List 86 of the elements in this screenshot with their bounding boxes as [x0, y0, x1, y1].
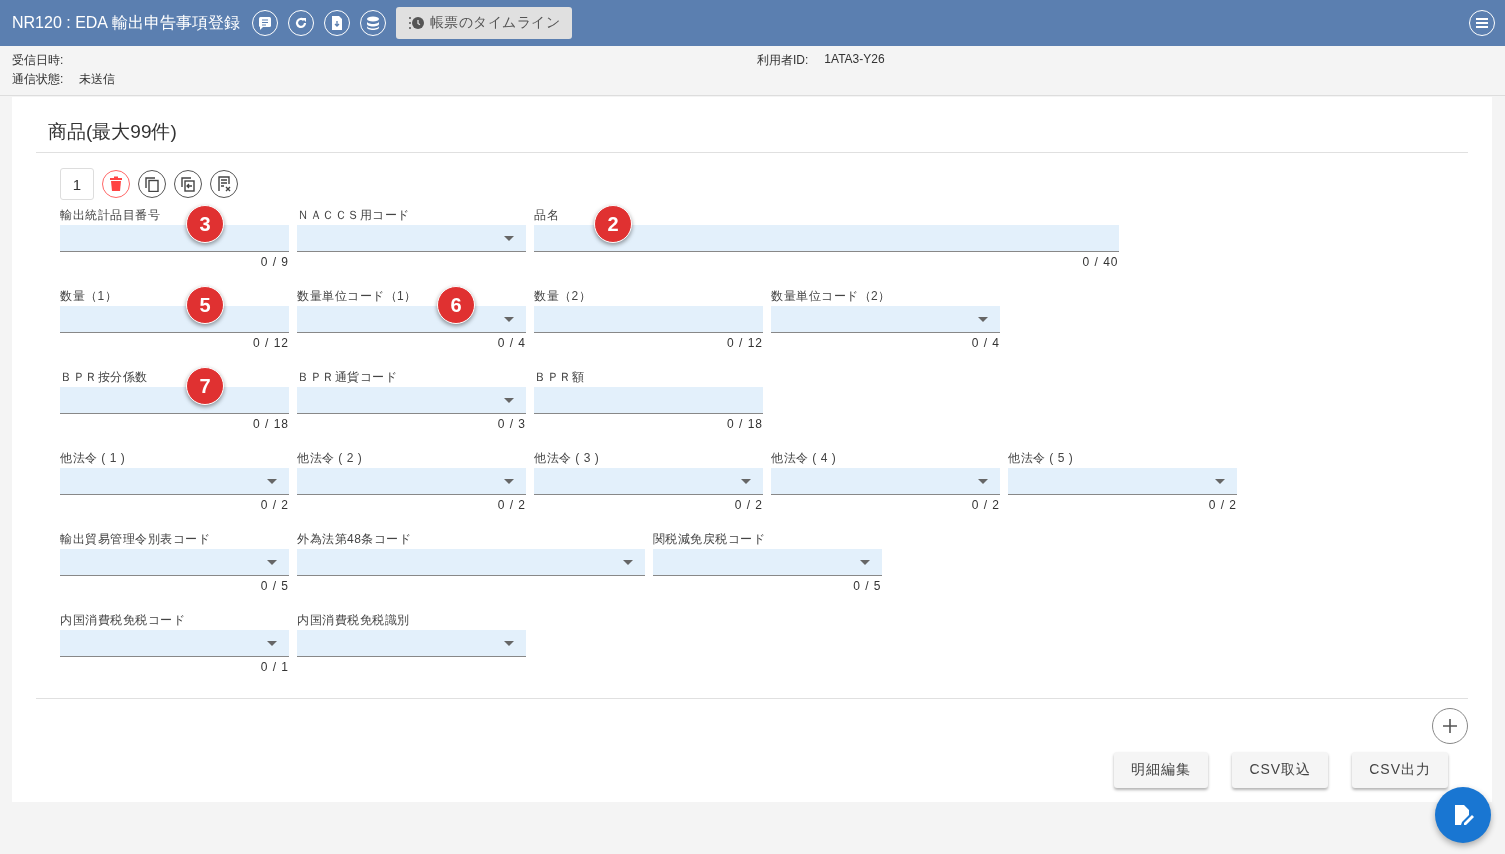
edit-document-icon[interactable]: [1435, 787, 1491, 843]
char-counter: 0 / 5: [260, 578, 289, 594]
dropdown-caret-icon: [1215, 479, 1225, 484]
field-label: 数量（2）: [534, 288, 592, 305]
field-label: 他法令 ( 5 ): [1008, 450, 1074, 467]
select-field[interactable]: [297, 549, 645, 576]
status-label: 通信状態:: [12, 71, 64, 88]
char-counter: 0 / 2: [1208, 497, 1237, 513]
select-field[interactable]: [297, 468, 526, 495]
field-label: 外為法第48条コード: [297, 531, 412, 548]
select-field[interactable]: [771, 306, 1000, 333]
field-label: 数量単位コード（2）: [771, 288, 891, 305]
field-label: 内国消費税免税識別: [297, 612, 410, 629]
field-label: 他法令 ( 3 ): [534, 450, 600, 467]
field-label: ＢＰＲ通貨コード: [297, 369, 397, 386]
select-field[interactable]: [297, 387, 526, 414]
action-button[interactable]: CSV出力: [1352, 752, 1448, 788]
char-counter: 0 / 12: [726, 335, 763, 351]
select-field[interactable]: [1008, 468, 1237, 495]
field-label: ＮＡＣＣＳ用コード: [297, 207, 410, 224]
add-icon[interactable]: [1432, 708, 1468, 744]
char-counter: 0 / 9: [260, 254, 289, 270]
select-field[interactable]: [60, 549, 289, 576]
page-title: NR120 : EDA 輸出申告事項登録: [12, 12, 240, 33]
field-label: 数量単位コード（1）: [297, 288, 417, 305]
field-label: 内国消費税免税コード: [60, 612, 185, 629]
select-field[interactable]: [297, 630, 526, 657]
select-field[interactable]: [652, 549, 882, 576]
timeline-clock-icon: [407, 16, 426, 30]
status-value: 未送信: [79, 71, 116, 88]
annotation-tooltip: 7: [186, 367, 224, 405]
dropdown-caret-icon: [267, 560, 277, 565]
annotation-tooltip: 2: [594, 205, 632, 243]
select-field[interactable]: [297, 225, 526, 252]
field-label: 他法令 ( 4 ): [771, 450, 837, 467]
annotation-tooltip: 5: [186, 286, 224, 324]
dropdown-caret-icon: [978, 317, 988, 322]
action-button[interactable]: CSV取込: [1232, 752, 1329, 788]
field-label: ＢＰＲ額: [534, 369, 584, 386]
char-counter: 0 / 2: [734, 497, 763, 513]
char-counter: 0 / 18: [726, 416, 763, 432]
char-counter: 0 / 4: [497, 335, 526, 351]
select-field[interactable]: [60, 630, 289, 657]
item-number: 1: [60, 168, 94, 200]
user-id-value: 1ATA3-Y26: [824, 52, 885, 68]
field-label: 輸出統計品目番号: [60, 207, 160, 224]
dropdown-caret-icon: [978, 479, 988, 484]
char-counter: 0 / 1: [260, 659, 289, 675]
input-field[interactable]: [534, 387, 763, 414]
dropdown-caret-icon: [504, 398, 514, 403]
dropdown-caret-icon: [504, 236, 514, 241]
select-field[interactable]: [60, 468, 289, 495]
field-label: 品名: [534, 207, 559, 224]
annotation-tooltip: 3: [186, 205, 224, 243]
char-counter: 0 / 3: [497, 416, 526, 432]
received-label: 受信日時:: [12, 52, 65, 69]
char-counter: 0 / 2: [260, 497, 289, 513]
dropdown-caret-icon: [504, 641, 514, 646]
field-label: 他法令 ( 2 ): [297, 450, 363, 467]
field-label: 他法令 ( 1 ): [60, 450, 126, 467]
annotation-tooltip: 6: [437, 286, 475, 324]
input-field[interactable]: [534, 306, 763, 333]
timeline-button[interactable]: 帳票のタイムライン: [395, 7, 573, 39]
field-label: 輸出貿易管理令別表コード: [60, 531, 210, 548]
user-id-label: 利用者ID:: [757, 52, 809, 69]
char-counter: 0 / 18: [252, 416, 289, 432]
select-field[interactable]: [771, 468, 1000, 495]
field-label: 関税減免戻税コード: [652, 531, 765, 548]
dropdown-caret-icon: [859, 560, 870, 565]
char-counter: 0 / 40: [1082, 254, 1119, 270]
dropdown-caret-icon: [267, 479, 277, 484]
section-title: 商品(最大99件): [47, 120, 178, 144]
dropdown-caret-icon: [622, 560, 633, 565]
dropdown-caret-icon: [741, 479, 751, 484]
char-counter: 0 / 4: [971, 335, 1000, 351]
char-counter: 0 / 5: [853, 578, 882, 594]
field-label: ＢＰＲ按分係数: [60, 369, 148, 386]
char-counter: 0 / 2: [971, 497, 1000, 513]
select-field[interactable]: [534, 468, 763, 495]
action-button[interactable]: 明細編集: [1114, 752, 1209, 788]
char-counter: 0 / 2: [497, 497, 526, 513]
dropdown-caret-icon: [504, 317, 514, 322]
dropdown-caret-icon: [504, 479, 514, 484]
field-label: 数量（1）: [60, 288, 118, 305]
dropdown-caret-icon: [267, 641, 277, 646]
char-counter: 0 / 12: [252, 335, 289, 351]
